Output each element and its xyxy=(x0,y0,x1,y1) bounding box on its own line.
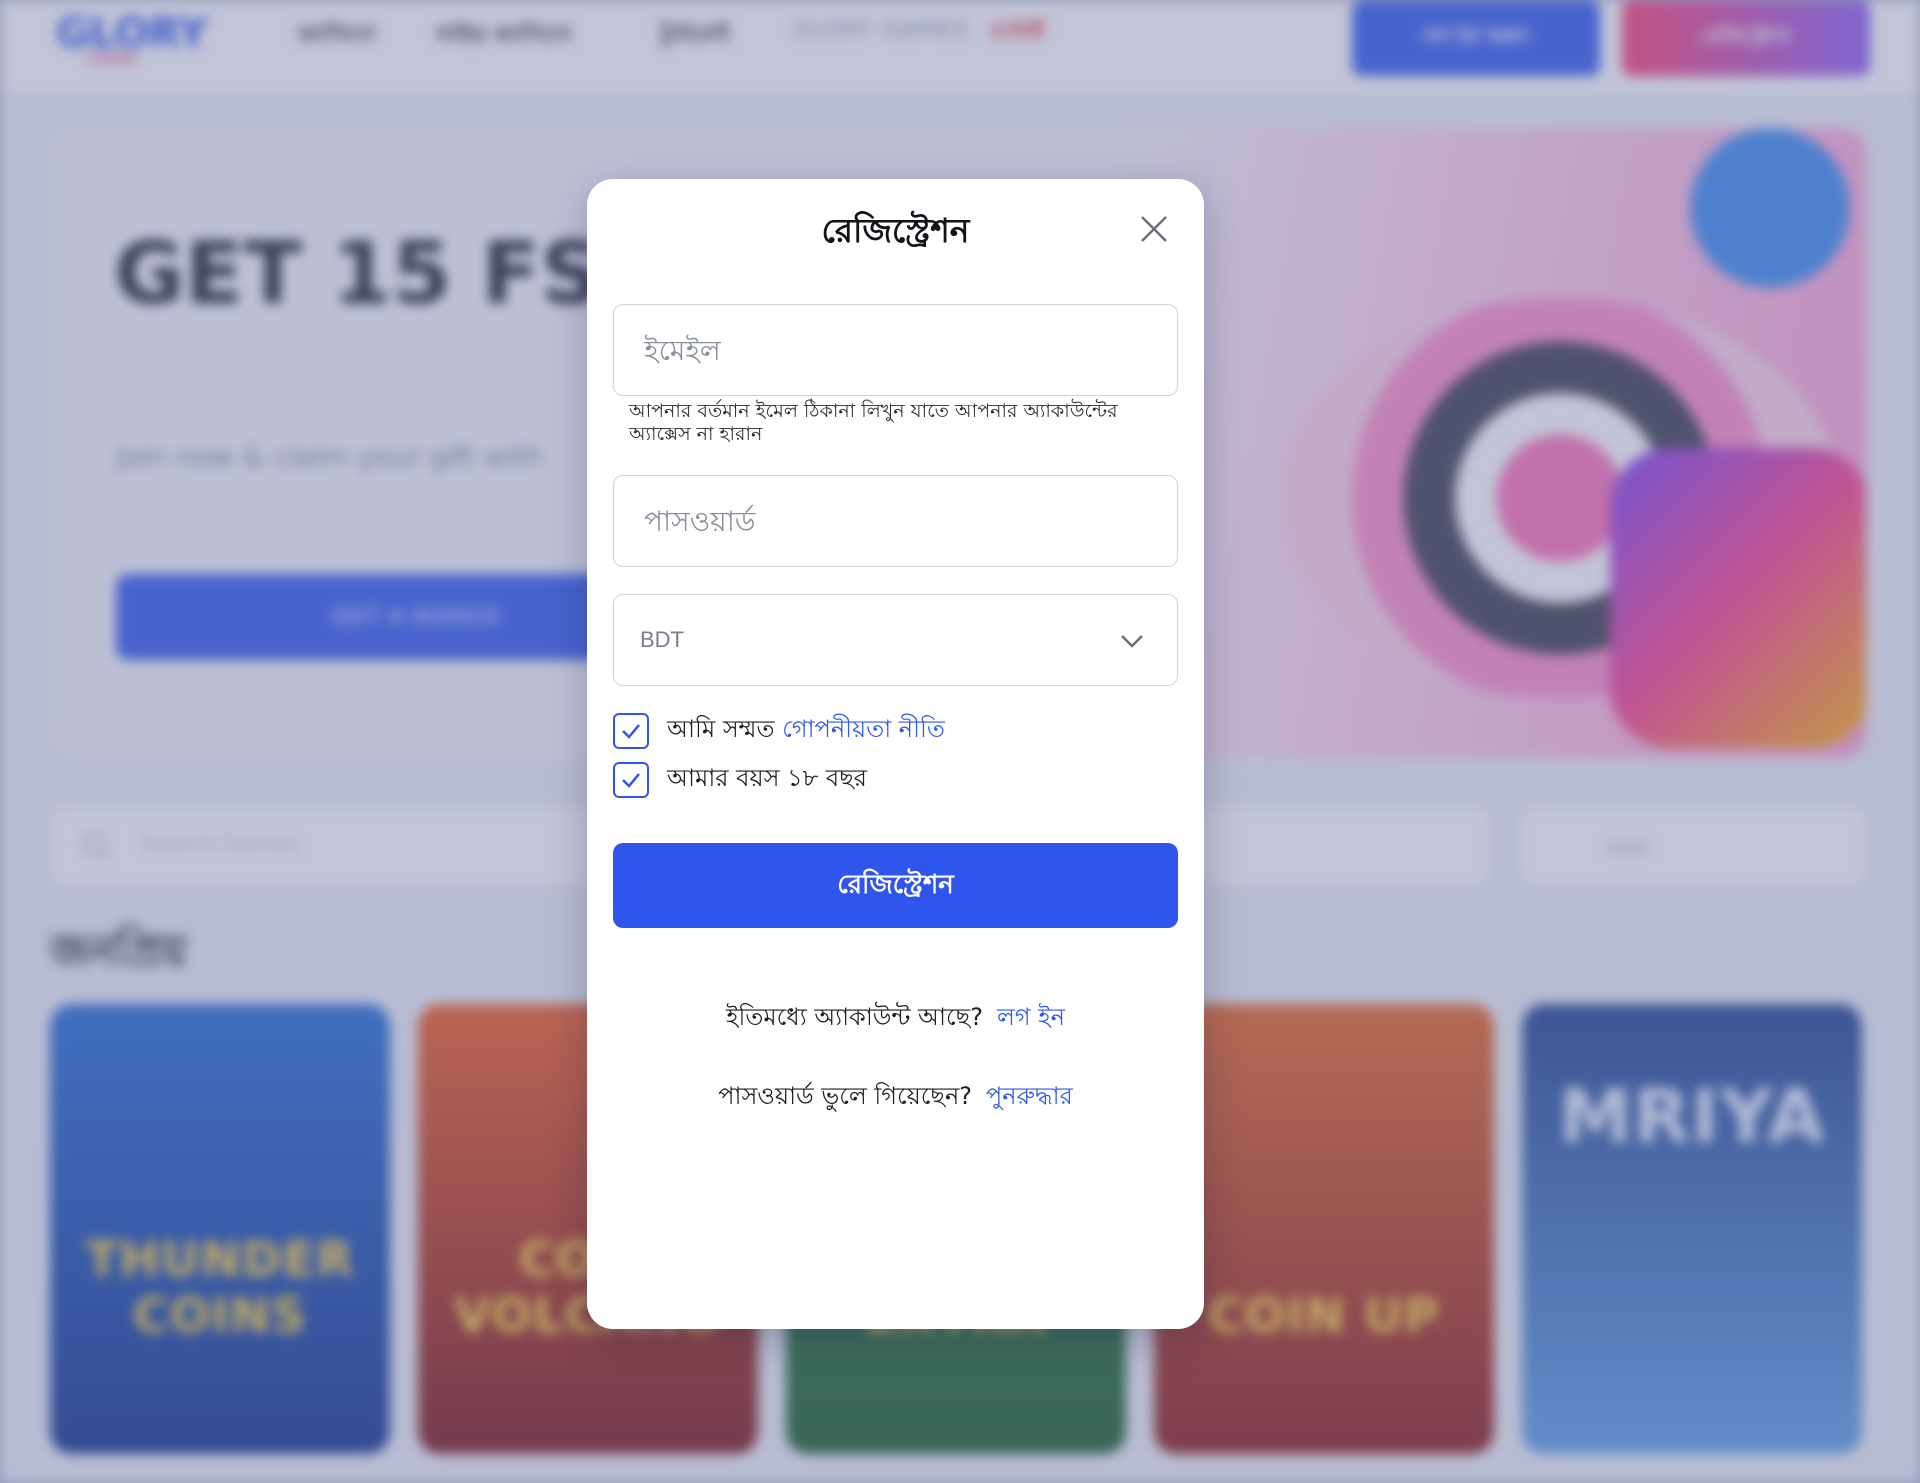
chevron-down-icon xyxy=(1121,635,1143,648)
checkmark-icon xyxy=(622,773,640,788)
privacy-checkbox[interactable] xyxy=(613,713,649,749)
modal-title: রেজিস্ট্রেশন xyxy=(821,211,970,250)
have-account-text: ইতিমধ্যে অ্যাকাউন্ট আছে? xyxy=(725,1003,983,1031)
currency-value: BDT xyxy=(640,627,684,652)
privacy-policy-link[interactable]: গোপনীয়তা নীতি xyxy=(782,715,945,743)
email-hint: আপনার বর্তমান ইমেল ঠিকানা লিখুন যাতে আপন… xyxy=(629,400,1118,445)
age-check-row: আমার বয়স ১৮ বছর xyxy=(613,761,867,799)
privacy-prefix: আমি সম্মত xyxy=(667,715,775,743)
password-field xyxy=(613,475,1178,567)
checkmark-icon xyxy=(622,724,640,739)
age-checkbox[interactable] xyxy=(613,762,649,798)
forgot-password-line: পাসওয়ার্ড ভুলে গিয়েছেন? পুনরুদ্ধার xyxy=(587,1078,1204,1118)
forgot-password-text: পাসওয়ার্ড ভুলে গিয়েছেন? xyxy=(718,1082,973,1110)
currency-select[interactable]: BDT xyxy=(613,594,1178,686)
have-account-line: ইতিমধ্যে অ্যাকাউন্ট আছে? লগ ইন xyxy=(587,999,1204,1039)
password-input[interactable] xyxy=(614,476,1177,566)
privacy-check-row: আমি সম্মত গোপনীয়তা নীতি xyxy=(613,712,945,750)
email-input[interactable] xyxy=(614,305,1177,395)
age-label: আমার বয়স ১৮ বছর xyxy=(667,764,867,792)
login-link[interactable]: লগ ইন xyxy=(997,1003,1065,1031)
recover-link[interactable]: পুনরুদ্ধার xyxy=(986,1082,1073,1110)
email-field xyxy=(613,304,1178,396)
register-submit-button[interactable]: রেজিস্ট্রেশন xyxy=(613,843,1178,928)
close-icon[interactable] xyxy=(1134,209,1174,249)
privacy-label: আমি সম্মত গোপনীয়তা নীতি xyxy=(667,711,945,751)
registration-modal: রেজিস্ট্রেশন আপনার বর্তমান ইমেল ঠিকানা ল… xyxy=(587,179,1204,1329)
